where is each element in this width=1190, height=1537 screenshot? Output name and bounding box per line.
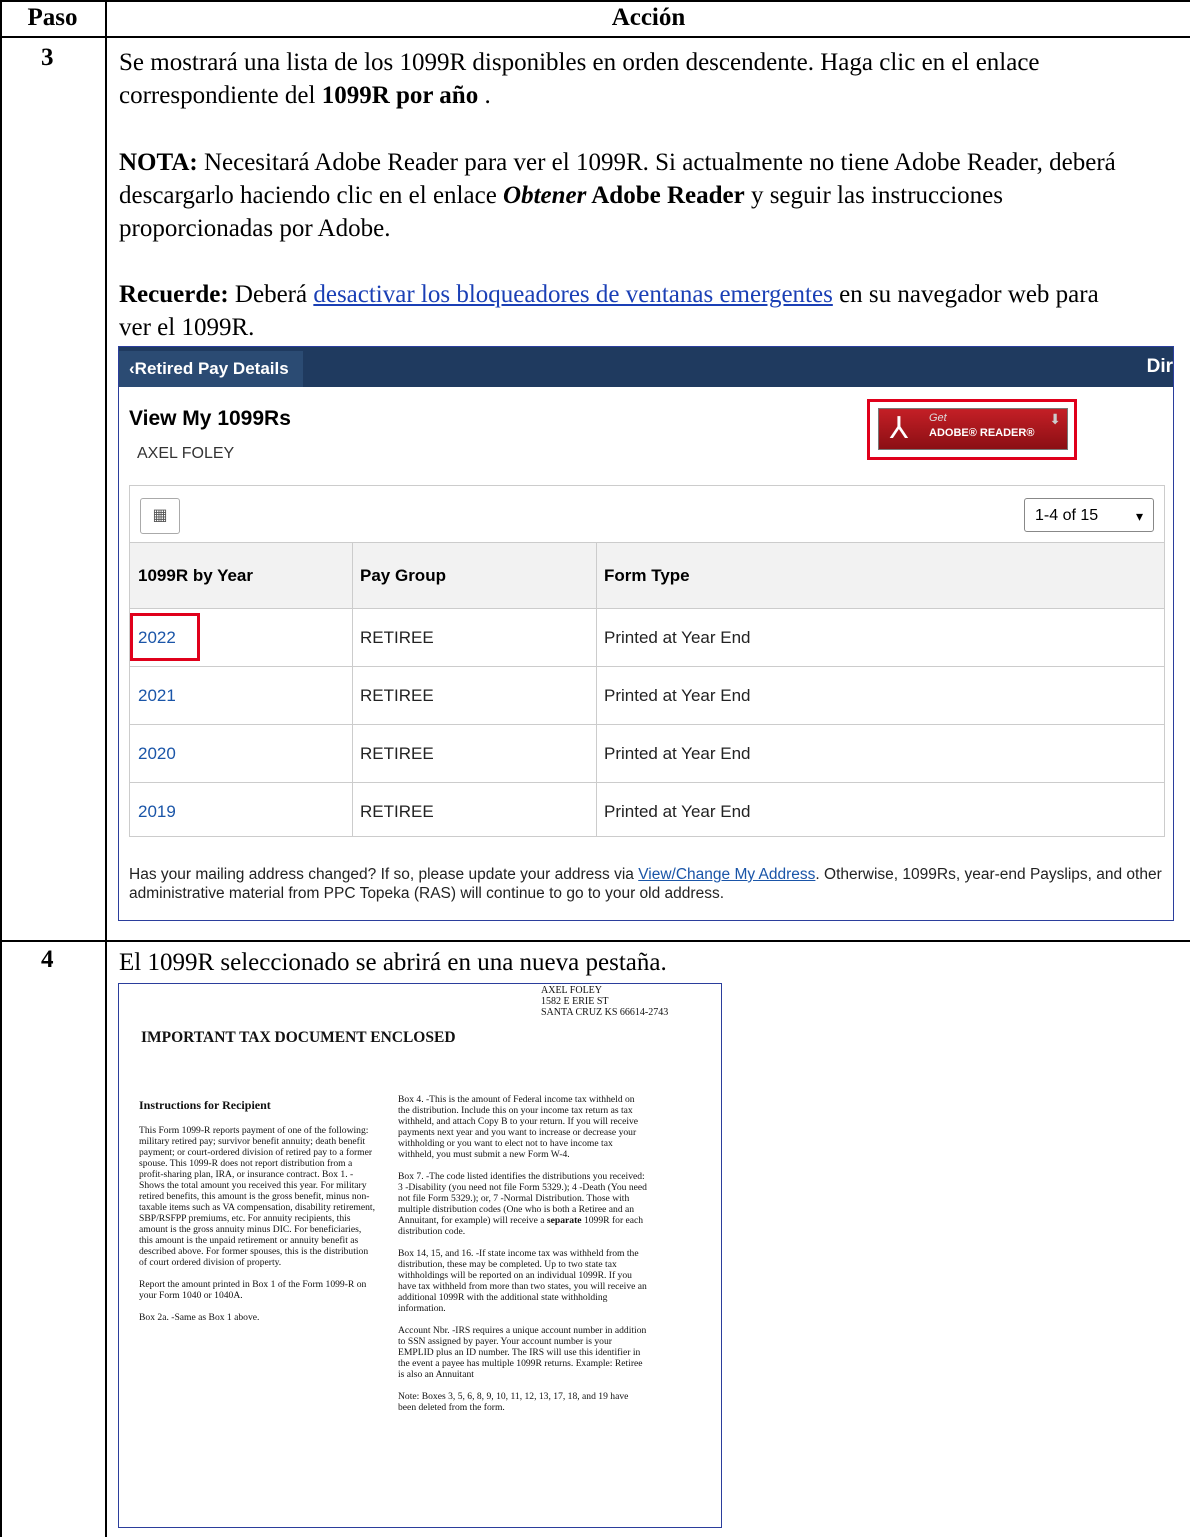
table-border-left — [0, 0, 2, 1537]
step-4-text: El 1099R seleccionado se abrirá en una n… — [119, 949, 667, 976]
instruction-paragraph: Box 14, 15, and 16. -If state income tax… — [398, 1248, 647, 1314]
table-row: 2022 RETIREE Printed at Year End — [130, 608, 1164, 667]
step-number: 4 — [41, 946, 54, 973]
form-type: Printed at Year End — [604, 744, 751, 763]
text: Se mostrará una lista de los 1099R dispo… — [119, 49, 1040, 109]
address-notice: Has your mailing address changed? If so,… — [129, 865, 1169, 903]
note-paragraph: NOTA: Necesitará Adobe Reader para ver e… — [119, 146, 1119, 245]
header-action: Acción — [611, 4, 686, 31]
user-name: AXEL FOLEY — [137, 445, 235, 462]
instruction-paragraph: Account Nbr. -IRS requires a unique acco… — [398, 1325, 647, 1380]
pay-group: RETIREE — [360, 802, 434, 821]
text: Deberá — [228, 281, 314, 308]
table-header-divider — [0, 36, 1190, 38]
instructions-left-column: Instructions for Recipient This Form 109… — [139, 1098, 375, 1334]
form-type: Printed at Year End — [604, 628, 751, 647]
remember-paragraph: Recuerde: Deberá desactivar los bloquead… — [119, 278, 1119, 344]
column-header: 1099R by Year — [138, 566, 253, 585]
instruction-paragraph: Box 7. -The code listed identifies the d… — [398, 1171, 648, 1237]
adobe-logo-icon: ⅄ — [889, 412, 909, 445]
year-link[interactable]: 2019 — [130, 783, 352, 841]
address-line: SANTA CRUZ KS 66614-2743 — [541, 1007, 669, 1018]
download-arrow-icon: ⬇ — [1049, 411, 1061, 427]
instruction-paragraph: Note: Boxes 3, 5, 6, 8, 9, 10, 11, 12, 1… — [398, 1391, 629, 1413]
view-change-address-link[interactable]: View/Change My Address — [638, 866, 815, 883]
step-3-paragraph: Se mostrará una lista de los 1099R dispo… — [119, 46, 1119, 112]
pager-select[interactable]: 1-4 of 15 ▾ — [1024, 498, 1154, 532]
table-row-divider — [0, 940, 1190, 942]
form-type: Printed at Year End — [604, 686, 751, 705]
tab-label: Retired Pay Details — [134, 359, 289, 378]
pager-value: 1-4 of 15 — [1035, 507, 1099, 524]
instruction-paragraph: Box 4. -This is the amount of Federal in… — [398, 1094, 639, 1160]
1099r-grid: ▦ 1-4 of 15 ▾ 1099R by Year Pay Group For… — [129, 485, 1165, 837]
header-step: Paso — [27, 4, 78, 31]
recipient-address: AXEL FOLEY 1582 E ERIE ST SANTA CRUZ KS … — [541, 985, 668, 1018]
top-bar-right-label: Dir — [1146, 356, 1173, 377]
adobe-get-text: Get — [929, 412, 947, 424]
instruction-paragraph: Report the amount printed in Box 1 of th… — [139, 1279, 367, 1301]
text: . — [478, 82, 491, 109]
document-heading: IMPORTANT TAX DOCUMENT ENCLOSED — [141, 1029, 456, 1046]
remember-label: Recuerde: — [119, 281, 229, 308]
pay-group: RETIREE — [360, 628, 434, 647]
column-header: Form Type — [604, 566, 690, 585]
adobe-highlight-box: ⅄ Get ADOBE® READER® ⬇ — [867, 399, 1077, 460]
instruction-paragraph: This Form 1099-R reports payment of one … — [139, 1125, 375, 1268]
table-header: 1099R by Year Pay Group Form Type — [130, 542, 1164, 609]
bold-text: Adobe Reader — [586, 182, 745, 209]
column-header: Pay Group — [360, 566, 446, 585]
1099r-document-preview: AXEL FOLEY 1582 E ERIE ST SANTA CRUZ KS … — [118, 983, 722, 1528]
pay-group: RETIREE — [360, 686, 434, 705]
table-column-divider — [105, 0, 107, 1537]
year-link[interactable]: 2020 — [130, 725, 352, 783]
chevron-down-icon: ▾ — [1135, 508, 1143, 524]
bold-italic-text: Obtener — [503, 182, 587, 209]
grid-view-icon[interactable]: ▦ — [140, 498, 180, 534]
year-link[interactable]: 2021 — [130, 667, 352, 725]
step-number: 3 — [41, 44, 54, 71]
view-1099rs-screenshot: ‹Retired Pay Details Dir View My 1099Rs … — [118, 346, 1174, 921]
text: Has your mailing address changed? If so,… — [129, 866, 639, 883]
pay-group: RETIREE — [360, 744, 434, 763]
form-type: Printed at Year End — [604, 802, 751, 821]
table-row: 2019 RETIREE Printed at Year End — [130, 782, 1164, 837]
instructions-title: Instructions for Recipient — [139, 1098, 271, 1112]
address-line: AXEL FOLEY — [541, 985, 603, 996]
column-divider — [596, 542, 597, 836]
instructions-right-column: Box 4. -This is the amount of Federal in… — [398, 1094, 648, 1424]
popup-blocker-link[interactable]: desactivar los bloqueadores de ventanas … — [313, 281, 832, 308]
instruction-paragraph: Box 2a. -Same as Box 1 above. — [139, 1312, 260, 1323]
bold-text: separate — [546, 1215, 582, 1226]
year-link[interactable]: 2022 — [130, 609, 352, 667]
address-line: 1582 E ERIE ST — [541, 996, 609, 1007]
retired-pay-details-tab[interactable]: ‹Retired Pay Details — [119, 351, 303, 387]
note-label: NOTA: — [119, 149, 198, 176]
table-row: 2021 RETIREE Printed at Year End — [130, 666, 1164, 725]
bold-text: 1099R por año — [321, 82, 479, 109]
top-bar: ‹Retired Pay Details Dir — [119, 347, 1173, 387]
column-divider — [352, 542, 353, 836]
table-row: 2020 RETIREE Printed at Year End — [130, 724, 1164, 783]
page-title: View My 1099Rs — [129, 407, 291, 430]
adobe-reader-text: ADOBE® READER® — [929, 427, 1035, 439]
get-adobe-reader-button[interactable]: ⅄ Get ADOBE® READER® ⬇ — [878, 408, 1068, 450]
